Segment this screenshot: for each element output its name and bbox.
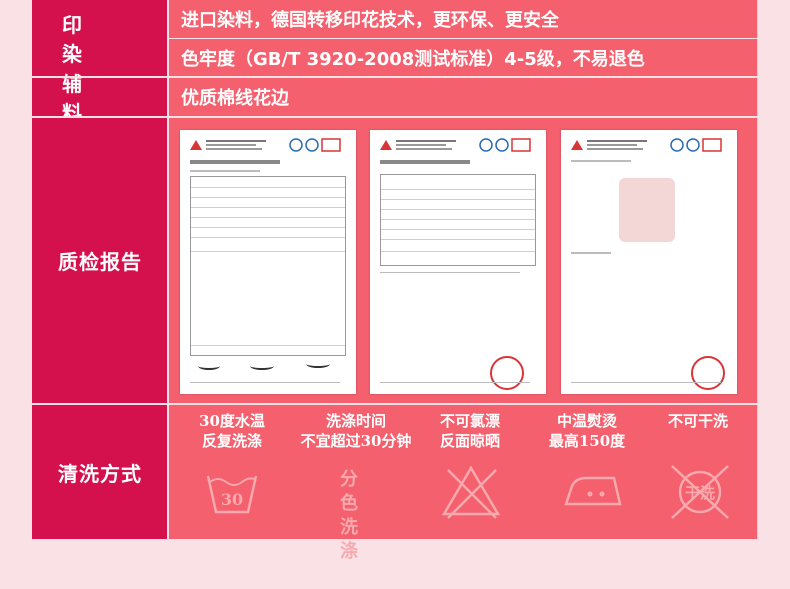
report-footer-line [190,382,340,383]
trim-text: 优质棉线花边 [169,78,757,116]
no-bleach-icon [441,465,501,519]
no-dry-clean-icon: 干洗 [671,465,729,519]
seal-stamp [691,356,725,390]
report-header-logo-icon [380,138,531,152]
report-row [191,197,345,198]
report-title-bar [190,160,280,164]
report-row [191,237,345,238]
inspection-report-1[interactable] [180,130,356,394]
care-text-line: 30度水温 [199,412,265,430]
printing-label: 印 染 [32,0,168,76]
report-row [191,251,345,252]
separate-wash-icon: 分色洗涤 [340,469,364,562]
care-text-line: 不可氯漂 [439,412,500,430]
report-row [381,199,535,200]
report-row [381,239,535,240]
report-row [191,187,345,188]
wash-30-icon: 30 [206,475,258,514]
report-row [191,217,345,218]
inspection-report-2[interactable] [370,130,546,394]
care-text-line: 不可干洗 [667,412,728,430]
signature-mark [198,362,220,370]
report-footer-line [380,382,530,383]
wash-30-text: 30 [221,490,243,509]
care-text-line: 反面晾晒 [439,432,500,450]
report-row [191,345,345,346]
iron-medium-icon [564,476,622,506]
washing-label: 清洗方式 [32,405,168,539]
care-item-2: 洗涤时间 不宜超过30分钟 [296,411,416,451]
signature-mark [306,360,330,368]
report-row [381,219,535,220]
care-text-line: 洗涤时间 [325,412,386,430]
care-item-5: 不可干洗 [660,411,736,431]
inspection-report-3[interactable] [561,130,737,394]
printing-text-2: 色牢度（GB/T 3920-2008测试标准）4-5级，不易退色 [169,39,757,76]
row-divider [169,38,758,39]
row-divider [32,116,758,118]
inspection-label: 质检报告 [32,118,168,403]
care-text-line: 反复洗涤 [201,432,262,450]
dry-clean-text: 干洗 [685,484,715,502]
report-footer-line [571,382,721,383]
report-row [191,207,345,208]
report-row [381,189,535,190]
report-header-logo-icon [190,138,341,152]
report-row [381,229,535,230]
care-item-4: 中温熨烫 最高150度 [545,411,629,451]
report-line [190,170,260,172]
report-line [571,160,631,162]
row-divider [32,403,758,405]
care-item-3: 不可氯漂 反面晾晒 [430,411,510,451]
report-table [190,176,346,356]
report-row [381,251,535,252]
report-title-bar [380,160,470,164]
row-divider [32,76,758,78]
report-line [571,252,611,254]
report-row [381,209,535,210]
care-text-line: 中温熨烫 [556,412,617,430]
sample-garment-photo [619,178,675,242]
report-line [380,272,520,273]
care-item-1: 30度水温 反复洗涤 [192,411,272,451]
report-table [380,174,536,266]
printing-text-1: 进口染料，德国转移印花技术，更环保、更安全 [169,0,757,38]
seal-stamp [490,356,524,390]
report-header-logo-icon [571,138,722,152]
care-text-line: 最高150度 [548,432,626,450]
signature-mark [250,362,274,370]
column-divider [167,0,169,539]
care-text-line: 不宜超过30分钟 [300,432,412,450]
trim-label: 辅 料 [32,72,168,125]
report-row [191,227,345,228]
